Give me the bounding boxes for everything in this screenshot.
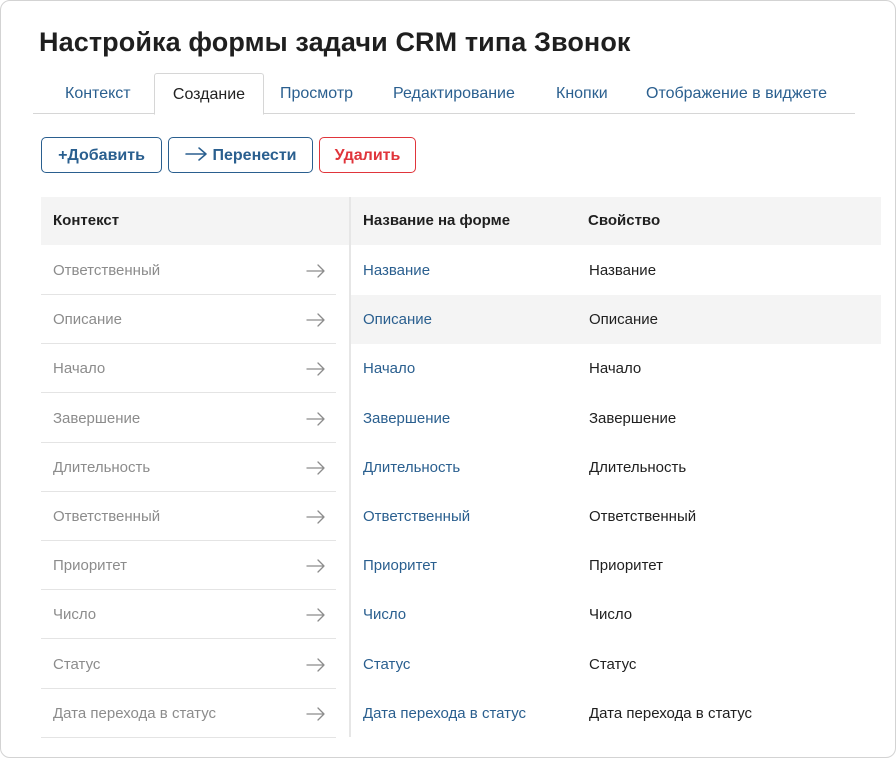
form-field-property: Описание (589, 311, 659, 329)
form-field-property: Начало (589, 360, 642, 378)
context-row[interactable]: Приоритет (41, 541, 336, 591)
context-row[interactable]: Статус (41, 640, 336, 689)
context-row-label: Длительность (53, 458, 151, 476)
arrow-right-icon[interactable] (306, 264, 326, 278)
arrow-right-icon (184, 139, 209, 161)
context-row[interactable]: Завершение (41, 394, 336, 443)
arrow-right-icon[interactable] (306, 510, 326, 524)
arrow-right-icon[interactable] (306, 362, 326, 377)
arrow-right-icon[interactable] (306, 608, 326, 623)
form-field-row[interactable]: Завершение Завершение (351, 394, 881, 443)
context-row[interactable]: Длительность (41, 443, 336, 492)
tab-buttons[interactable]: Кнопки (556, 73, 608, 113)
tab-context[interactable]: Контекст (65, 73, 131, 113)
context-row-label: Завершение (53, 409, 141, 427)
form-field-name-link[interactable]: Ответственный (363, 492, 470, 541)
form-field-name-link[interactable]: Приоритет (363, 541, 437, 590)
form-field-property: Число (589, 606, 633, 624)
form-field-name-link[interactable]: Длительность (363, 443, 460, 492)
tab-bar: Контекст Создание Просмотр Редактировани… (33, 73, 855, 115)
delete-button-label: Удалить (334, 147, 401, 164)
context-row-label: Описание (53, 311, 123, 329)
context-row-label: Число (53, 606, 97, 624)
form-field-row[interactable]: Ответственный Ответственный (351, 492, 881, 541)
form-field-name-link[interactable]: Начало (363, 344, 415, 393)
form-field-row[interactable]: Название Название (351, 246, 881, 295)
arrow-right-icon[interactable] (306, 707, 326, 721)
form-field-name-link[interactable]: Статус (363, 640, 410, 689)
form-field-name-link[interactable]: Описание (363, 295, 432, 344)
tab-edit[interactable]: Редактирование (393, 73, 515, 113)
tab-widget-display[interactable]: Отображение в виджете (646, 73, 827, 113)
context-row[interactable]: Ответственный (41, 492, 336, 541)
form-field-property: Приоритет (589, 557, 663, 575)
form-field-row[interactable]: Статус Статус (351, 640, 881, 689)
tab-view[interactable]: Просмотр (280, 73, 353, 113)
form-field-row[interactable]: Начало Начало (351, 344, 881, 393)
page-title: Настройка формы задачи CRM типа Звонок (39, 27, 631, 57)
context-row-label: Дата перехода в статус (53, 704, 217, 722)
form-field-property: Ответственный (589, 508, 697, 525)
form-field-property: Завершение (589, 409, 677, 427)
form-field-row[interactable]: Число Число (351, 590, 881, 639)
form-field-name-link[interactable]: Дата перехода в статус (363, 689, 526, 738)
form-field-property: Статус (589, 655, 637, 673)
form-field-name-link[interactable]: Завершение (363, 394, 450, 443)
move-button[interactable]: Перенести (168, 137, 313, 173)
crm-form-settings-window: Настройка формы задачи CRM типа Звонок К… (0, 0, 896, 758)
form-field-property: Название (589, 262, 657, 279)
tab-create[interactable]: Создание (154, 73, 264, 115)
context-row[interactable]: Ответственный (41, 246, 336, 295)
arrow-right-icon[interactable] (306, 559, 326, 573)
form-field-row[interactable]: Описание Описание (351, 295, 881, 345)
form-field-property: Дата перехода в статус (589, 704, 753, 722)
form-field-name-link[interactable]: Название (363, 246, 430, 295)
arrow-right-icon[interactable] (306, 657, 326, 672)
context-row-label: Начало (53, 360, 106, 378)
form-field-property: Длительность (589, 458, 687, 476)
context-row[interactable]: Описание (41, 295, 336, 345)
context-row-label: Ответственный (53, 262, 161, 279)
context-row-label: Приоритет (53, 557, 127, 575)
context-row[interactable]: Число (41, 590, 336, 640)
form-field-row[interactable]: Длительность Длительность (351, 443, 881, 492)
arrow-right-icon[interactable] (306, 411, 326, 426)
arrow-right-icon[interactable] (306, 313, 326, 327)
move-button-label: Перенести (212, 147, 297, 164)
context-row[interactable]: Начало (41, 344, 336, 394)
header-property: Свойство (588, 212, 661, 229)
form-field-row[interactable]: Приоритет Приоритет (351, 541, 881, 590)
form-field-row[interactable]: Дата перехода в статус Дата перехода в ст… (351, 689, 881, 738)
context-row-label: Ответственный (53, 508, 161, 525)
header-form-name: Название на форме (363, 212, 511, 229)
context-row-label: Статус (53, 655, 101, 673)
delete-button[interactable]: Удалить (319, 137, 416, 173)
add-button[interactable]: +Добавить (41, 137, 162, 173)
arrow-right-icon[interactable] (306, 461, 326, 475)
header-context: Контекст (53, 212, 120, 229)
form-field-name-link[interactable]: Число (363, 590, 406, 639)
context-row[interactable]: Дата перехода в статус (41, 689, 336, 738)
add-button-label: +Добавить (58, 147, 145, 164)
